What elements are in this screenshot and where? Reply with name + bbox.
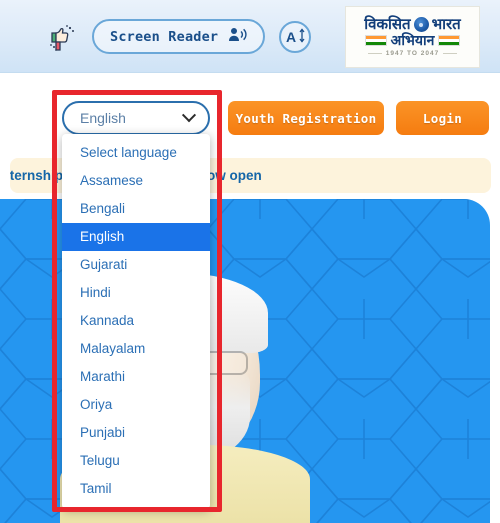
tricolour-flag-icon-right (438, 34, 461, 46)
dropdown-option-malayalam[interactable]: Malayalam (62, 335, 210, 363)
logo-line-2: अभियान (364, 32, 461, 48)
dropdown-option-oriya[interactable]: Oriya (62, 391, 210, 419)
language-select-value: English (80, 110, 126, 126)
dropdown-option-assamese[interactable]: Assamese (62, 167, 210, 195)
logo-years: 1947 TO 2047 (367, 50, 458, 57)
dropdown-option-bengali[interactable]: Bengali (62, 195, 210, 223)
svg-text:A: A (286, 29, 296, 45)
logo-text-viksit: विकसित (364, 16, 411, 33)
youth-registration-button[interactable]: Youth Registration (228, 101, 384, 135)
dropdown-option-gujarati[interactable]: Gujarati (62, 251, 210, 279)
font-size-button[interactable]: A (279, 20, 312, 53)
ashoka-chakra-icon (413, 17, 429, 32)
dropdown-option-kannada[interactable]: Kannada (62, 307, 210, 335)
dropdown-option-english[interactable]: English (62, 223, 210, 251)
logo-text-abhiyan: अभियान (390, 32, 435, 48)
speaker-person-icon (228, 27, 247, 46)
tricolour-flag-icon-left (364, 34, 387, 46)
language-dropdown-list[interactable]: Select language Assamese Bengali English… (62, 134, 210, 509)
logo-rule-right (443, 53, 458, 54)
screen-reader-label: Screen Reader (110, 28, 219, 45)
dropdown-option-punjabi[interactable]: Punjabi (62, 419, 210, 447)
dropdown-option-tamil[interactable]: Tamil (62, 475, 210, 503)
language-select[interactable]: English (62, 101, 210, 135)
accessibility-topbar: Screen Reader A विकसित भारत अभियान 1947 … (0, 0, 500, 73)
logo-rule-left (367, 53, 382, 54)
viksit-bharat-logo[interactable]: विकसित भारत अभियान 1947 TO 2047 (345, 6, 480, 68)
thumbs-up-down-icon[interactable] (46, 21, 78, 53)
login-label: Login (422, 110, 463, 126)
dropdown-option-telugu[interactable]: Telugu (62, 447, 210, 475)
youth-registration-label: Youth Registration (235, 110, 377, 126)
dropdown-option-marathi[interactable]: Marathi (62, 363, 210, 391)
logo-years-text: 1947 TO 2047 (385, 50, 440, 57)
dropdown-option-select-language[interactable]: Select language (62, 139, 210, 167)
logo-line-1: विकसित भारत (364, 16, 461, 33)
screen-reader-button[interactable]: Screen Reader (92, 19, 266, 54)
accessibility-controls: Screen Reader A (46, 0, 312, 73)
login-button[interactable]: Login (396, 101, 489, 135)
page-root: Screen Reader A विकसित भारत अभियान 1947 … (0, 0, 500, 523)
dropdown-option-hindi[interactable]: Hindi (62, 279, 210, 307)
logo-text-bharat: भारत (431, 16, 461, 33)
chevron-down-icon (181, 108, 197, 123)
